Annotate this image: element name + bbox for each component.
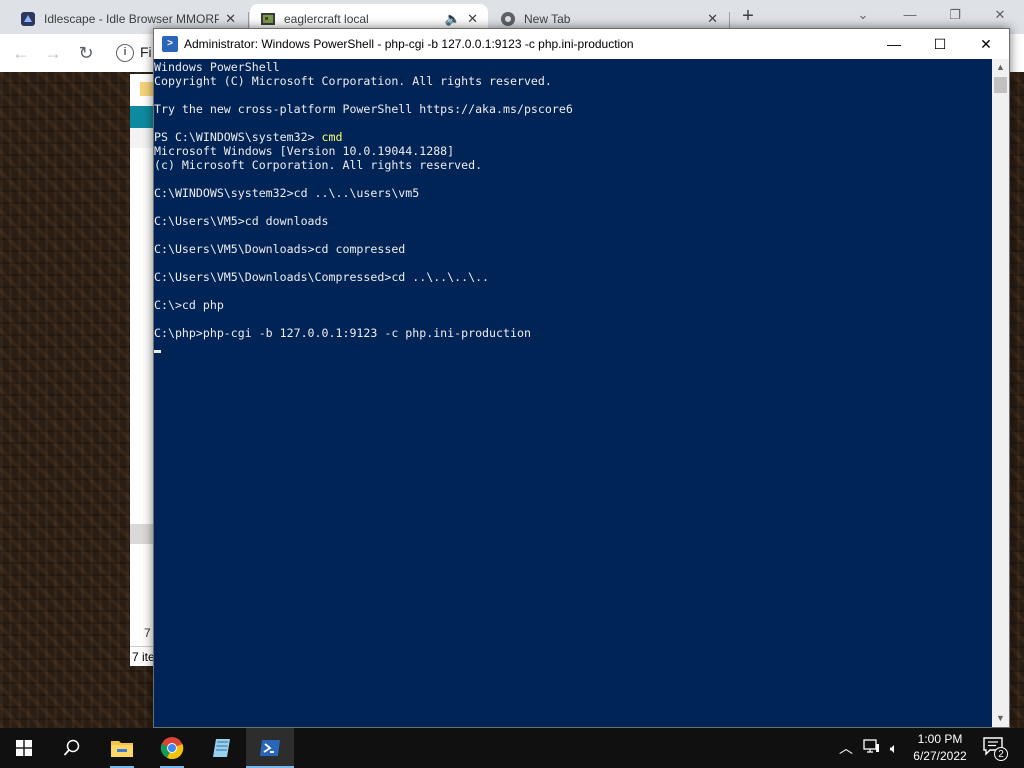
console-line: C:\Users\VM5\Downloads\Compressed>cd ..\… xyxy=(154,270,490,284)
taskbar-notepad[interactable] xyxy=(198,728,246,768)
search-icon xyxy=(63,739,80,756)
console-line: C:\php>php-cgi -b 127.0.0.1:9123 -c php.… xyxy=(154,326,531,340)
close-icon[interactable]: ✕ xyxy=(707,11,718,27)
scrollbar-thumb[interactable] xyxy=(994,77,1007,93)
taskbar-powershell[interactable] xyxy=(246,728,294,768)
windows-logo-icon xyxy=(16,740,32,756)
close-icon[interactable]: ✕ xyxy=(990,5,1010,25)
new-tab-button[interactable]: + xyxy=(737,5,759,27)
close-icon[interactable]: ✕ xyxy=(225,11,236,27)
speaker-icon[interactable]: 🔈 xyxy=(445,11,461,27)
tab-label: New Tab xyxy=(524,12,571,26)
powershell-window[interactable]: > Administrator: Windows PowerShell - ph… xyxy=(153,28,1010,728)
taskbar: ︿ 🔈︎ 1:00 PM 6/27/2022 2 xyxy=(0,728,1024,768)
console-command: cmd xyxy=(321,130,343,144)
taskbar-chrome[interactable] xyxy=(148,728,196,768)
tab-divider xyxy=(729,12,730,28)
file-explorer-window[interactable]: 7 7 ite xyxy=(130,74,154,666)
tab-divider xyxy=(248,12,249,28)
idlescape-favicon xyxy=(20,11,36,27)
forward-arrow-icon[interactable]: → xyxy=(42,42,64,64)
console-line: Copyright (C) Microsoft Corporation. All… xyxy=(154,74,552,88)
system-clock[interactable]: 1:00 PM 6/27/2022 xyxy=(906,731,974,765)
close-icon[interactable]: ✕ xyxy=(467,11,478,27)
chrome-icon xyxy=(160,737,184,760)
tab-label: eaglercraft local xyxy=(284,12,369,26)
explorer-ribbon[interactable] xyxy=(130,106,154,128)
clock-time: 1:00 PM xyxy=(917,732,963,746)
console-prompt: PS C:\WINDOWS\system32> xyxy=(154,130,322,144)
window-titlebar[interactable]: > Administrator: Windows PowerShell - ph… xyxy=(154,29,1009,59)
powershell-icon xyxy=(260,740,280,756)
info-icon[interactable]: i xyxy=(116,44,134,62)
clock-date: 6/27/2022 xyxy=(913,749,967,763)
explorer-status-bar: 7 ite xyxy=(130,646,154,666)
chevron-up-icon[interactable]: ︿ xyxy=(836,738,856,758)
window-title: Administrator: Windows PowerShell - php-… xyxy=(184,37,634,51)
explorer-address-bar[interactable] xyxy=(130,128,154,148)
back-arrow-icon[interactable]: ← xyxy=(10,42,32,64)
explorer-item-count: 7 xyxy=(144,626,151,640)
volume-icon[interactable]: 🔈︎ xyxy=(884,738,904,758)
tab-label: Idlescape - Idle Browser MMORPG xyxy=(44,12,220,26)
close-button[interactable]: ✕ xyxy=(963,29,1009,59)
minimize-button[interactable]: — xyxy=(871,29,917,59)
chrome-favicon xyxy=(500,11,516,27)
folder-icon xyxy=(140,82,154,96)
minimize-icon[interactable]: — xyxy=(900,5,920,25)
console-output[interactable]: Windows PowerShell Copyright (C) Microso… xyxy=(154,59,992,727)
taskbar-file-explorer[interactable] xyxy=(98,728,146,768)
console-line: C:\>cd php xyxy=(154,298,224,312)
console-line: Windows PowerShell xyxy=(154,60,280,74)
console-line: C:\WINDOWS\system32>cd ..\..\users\vm5 xyxy=(154,186,420,200)
network-icon[interactable] xyxy=(861,738,881,758)
eaglercraft-favicon xyxy=(260,11,276,27)
text-cursor xyxy=(154,350,161,353)
console-line: Microsoft Windows [Version 10.0.19044.12… xyxy=(154,144,455,158)
search-button[interactable] xyxy=(48,728,96,768)
console-line: (c) Microsoft Corporation. All rights re… xyxy=(154,158,483,172)
scroll-up-icon[interactable]: ▲ xyxy=(992,59,1009,76)
reload-icon[interactable]: ↻ xyxy=(75,42,97,64)
console-line: C:\Users\VM5\Downloads>cd compressed xyxy=(154,242,406,256)
scroll-down-icon[interactable]: ▼ xyxy=(992,710,1009,727)
vertical-scrollbar[interactable]: ▲ ▼ xyxy=(992,59,1009,727)
notepad-icon xyxy=(213,739,230,757)
file-explorer-icon xyxy=(111,741,133,757)
explorer-selected-row[interactable] xyxy=(130,524,154,544)
maximize-button[interactable]: ☐ xyxy=(917,29,963,59)
console-line: Try the new cross-platform PowerShell ht… xyxy=(154,102,573,116)
notification-count-badge: 2 xyxy=(994,747,1008,761)
start-button[interactable] xyxy=(0,728,48,768)
powershell-icon: > xyxy=(162,36,178,52)
restore-icon[interactable]: ❐ xyxy=(945,5,965,25)
address-bar[interactable]: Fi xyxy=(140,44,152,60)
console-line: C:\Users\VM5>cd downloads xyxy=(154,214,329,228)
tab-search-icon[interactable]: ⌄ xyxy=(853,5,873,25)
